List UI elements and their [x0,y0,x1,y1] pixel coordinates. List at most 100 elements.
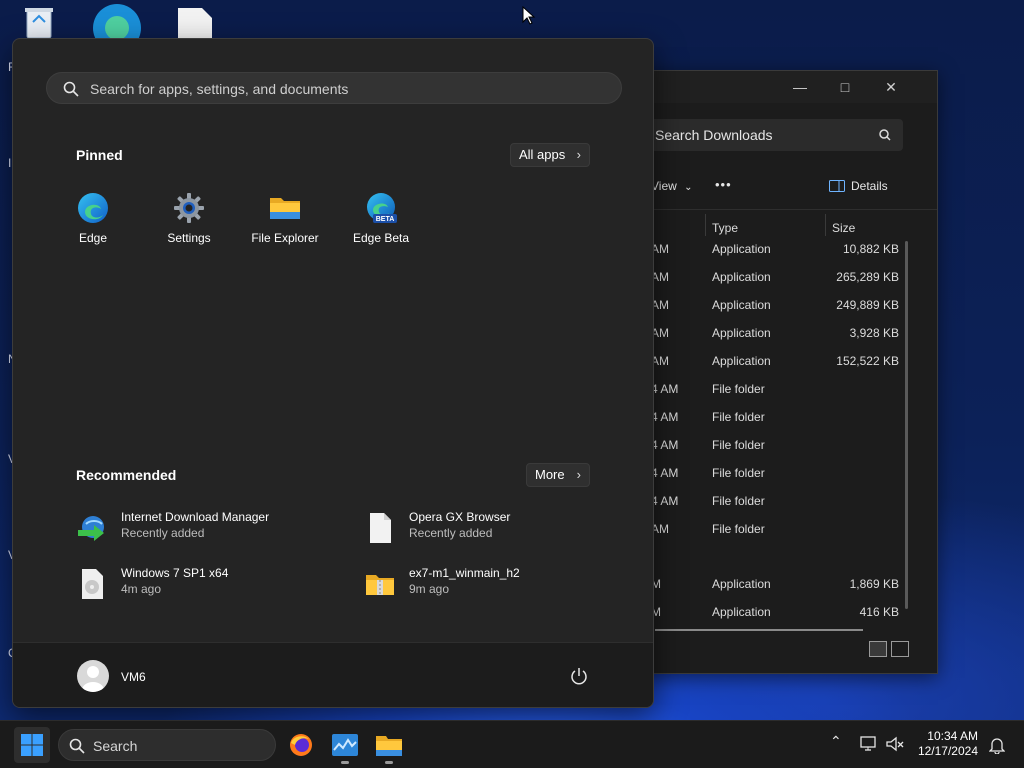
desktop-label-fragment: I [8,156,12,170]
start-menu-footer: VM6 [13,642,653,707]
recommended-item[interactable]: Opera GX Browser Recently added [364,508,624,548]
row-size-cell: 152,522 KB [836,354,899,368]
recommended-item-name: ex7-m1_winmain_h2 [409,566,520,580]
horizontal-scrollbar[interactable] [655,629,863,631]
gear-icon [174,193,204,223]
taskbar-firefox[interactable] [283,727,319,763]
recommended-item-subtitle: Recently added [121,526,205,540]
details-pane-button[interactable]: Details [829,179,888,193]
edge-beta-icon: BETA [367,193,397,223]
row-size-cell: 416 KB [859,605,899,619]
pinned-app-label: Edge [78,231,108,245]
table-row[interactable]: AM Application 265,289 KB [651,263,903,291]
close-icon[interactable]: ✕ [876,77,906,97]
notification-bell-icon[interactable] [989,736,1005,754]
search-icon [63,81,79,97]
table-row[interactable]: M Application 416 KB [651,598,903,626]
pinned-app-label: File Explorer [251,231,319,245]
view-label: View [651,179,677,193]
recommended-item-name: Internet Download Manager [121,510,270,524]
pinned-app-file-explorer[interactable]: File Explorer [237,192,333,256]
pinned-app-edge[interactable]: Edge [45,192,141,256]
table-row[interactable]: 4 AM File folder [651,431,903,459]
pinned-title: Pinned [76,147,123,163]
user-avatar[interactable] [77,660,109,692]
recommended-item-subtitle: Recently added [409,526,493,540]
clock-date: 12/17/2024 [917,744,978,758]
running-indicator [341,761,349,764]
pinned-app-settings[interactable]: Settings [141,192,237,256]
table-row[interactable]: AM Application 249,889 KB [651,291,903,319]
start-menu: Search for apps, settings, and documents… [12,38,654,708]
table-row[interactable]: 4 AM File folder [651,403,903,431]
chevron-down-icon: ⌄ [684,182,693,193]
recommended-item[interactable]: ex7-m1_winmain_h2 9m ago [364,564,624,604]
column-header-size[interactable]: Size [832,221,855,235]
details-label: Details [851,179,888,193]
explorer-search-input[interactable]: Search Downloads [645,119,903,151]
more-options-button[interactable]: ••• [715,177,732,192]
table-row[interactable]: 4 AM File folder [651,375,903,403]
desktop: R I N V V C — □ ✕ Search Downloads View … [0,0,1024,720]
clock-time: 10:34 AM [927,729,978,743]
column-separator[interactable] [825,214,826,236]
large-icons-view-icon[interactable] [891,641,909,657]
table-row[interactable]: AM Application 10,882 KB [651,235,903,263]
network-icon[interactable] [860,736,878,752]
edge-desktop-icon[interactable] [92,2,142,52]
table-row[interactable]: M Application 1,869 KB [651,570,903,598]
vertical-scrollbar[interactable] [905,241,908,609]
user-icon [82,666,104,692]
row-date-cell: 4 AM [651,438,679,452]
recycle-bin-icon[interactable] [20,4,58,40]
user-name[interactable]: VM6 [121,670,146,684]
table-row[interactable]: AM Application 152,522 KB [651,347,903,375]
row-date-cell: 4 AM [651,382,679,396]
row-type-cell: File folder [712,494,765,508]
row-type-cell: Application [712,605,771,619]
table-row[interactable]: AM File folder [651,515,903,543]
power-icon[interactable] [570,667,588,685]
start-button[interactable] [14,727,50,763]
pinned-app-edge-beta[interactable]: BETA Edge Beta [333,192,429,256]
row-date-cell: 4 AM [651,494,679,508]
recommended-item[interactable]: Internet Download Manager Recently added [76,508,336,548]
recommended-item-name: Windows 7 SP1 x64 [121,566,229,580]
file-desktop-icon[interactable] [178,8,212,38]
row-type-cell: File folder [712,466,765,480]
pinned-app-label: Edge Beta [352,231,410,245]
taskbar-clock[interactable]: 10:34 AM 12/17/2024 [916,729,978,759]
column-header-type[interactable]: Type [712,221,738,235]
disc-image-icon [82,569,103,599]
table-row[interactable]: 4 AM File folder [651,459,903,487]
minimize-icon[interactable]: — [785,77,815,97]
view-menu-button[interactable]: View ⌄ [651,179,693,193]
row-type-cell: File folder [712,438,765,452]
taskbar-search-label: Search [93,738,138,754]
more-button[interactable]: More › [526,463,590,487]
taskbar-file-explorer[interactable] [371,727,407,763]
table-row[interactable]: 4 AM File folder [651,487,903,515]
start-search-input[interactable]: Search for apps, settings, and documents [46,72,622,104]
details-view-icon[interactable] [869,641,887,657]
taskbar-task-manager[interactable] [327,727,363,763]
row-type-cell: Application [712,298,771,312]
row-type-cell: File folder [712,522,765,536]
maximize-icon[interactable]: □ [830,77,860,97]
row-size-cell: 3,928 KB [849,326,899,340]
recommended-title: Recommended [76,467,177,483]
recommended-item[interactable]: Windows 7 SP1 x64 4m ago [76,564,336,604]
taskbar-search-input[interactable]: Search [58,729,276,761]
file-icon [370,513,391,543]
chevron-right-icon: › [576,467,581,482]
volume-muted-icon[interactable] [886,736,904,752]
table-row[interactable]: AM Application 3,928 KB [651,319,903,347]
all-apps-label: All apps [519,147,566,162]
all-apps-button[interactable]: All apps › [510,143,590,167]
row-date-cell: 4 AM [651,466,679,480]
column-separator[interactable] [705,214,706,236]
firefox-icon [290,734,312,756]
zip-folder-icon [366,575,394,595]
chevron-up-icon[interactable]: ⌃ [830,733,842,750]
mouse-cursor-icon [522,6,536,25]
